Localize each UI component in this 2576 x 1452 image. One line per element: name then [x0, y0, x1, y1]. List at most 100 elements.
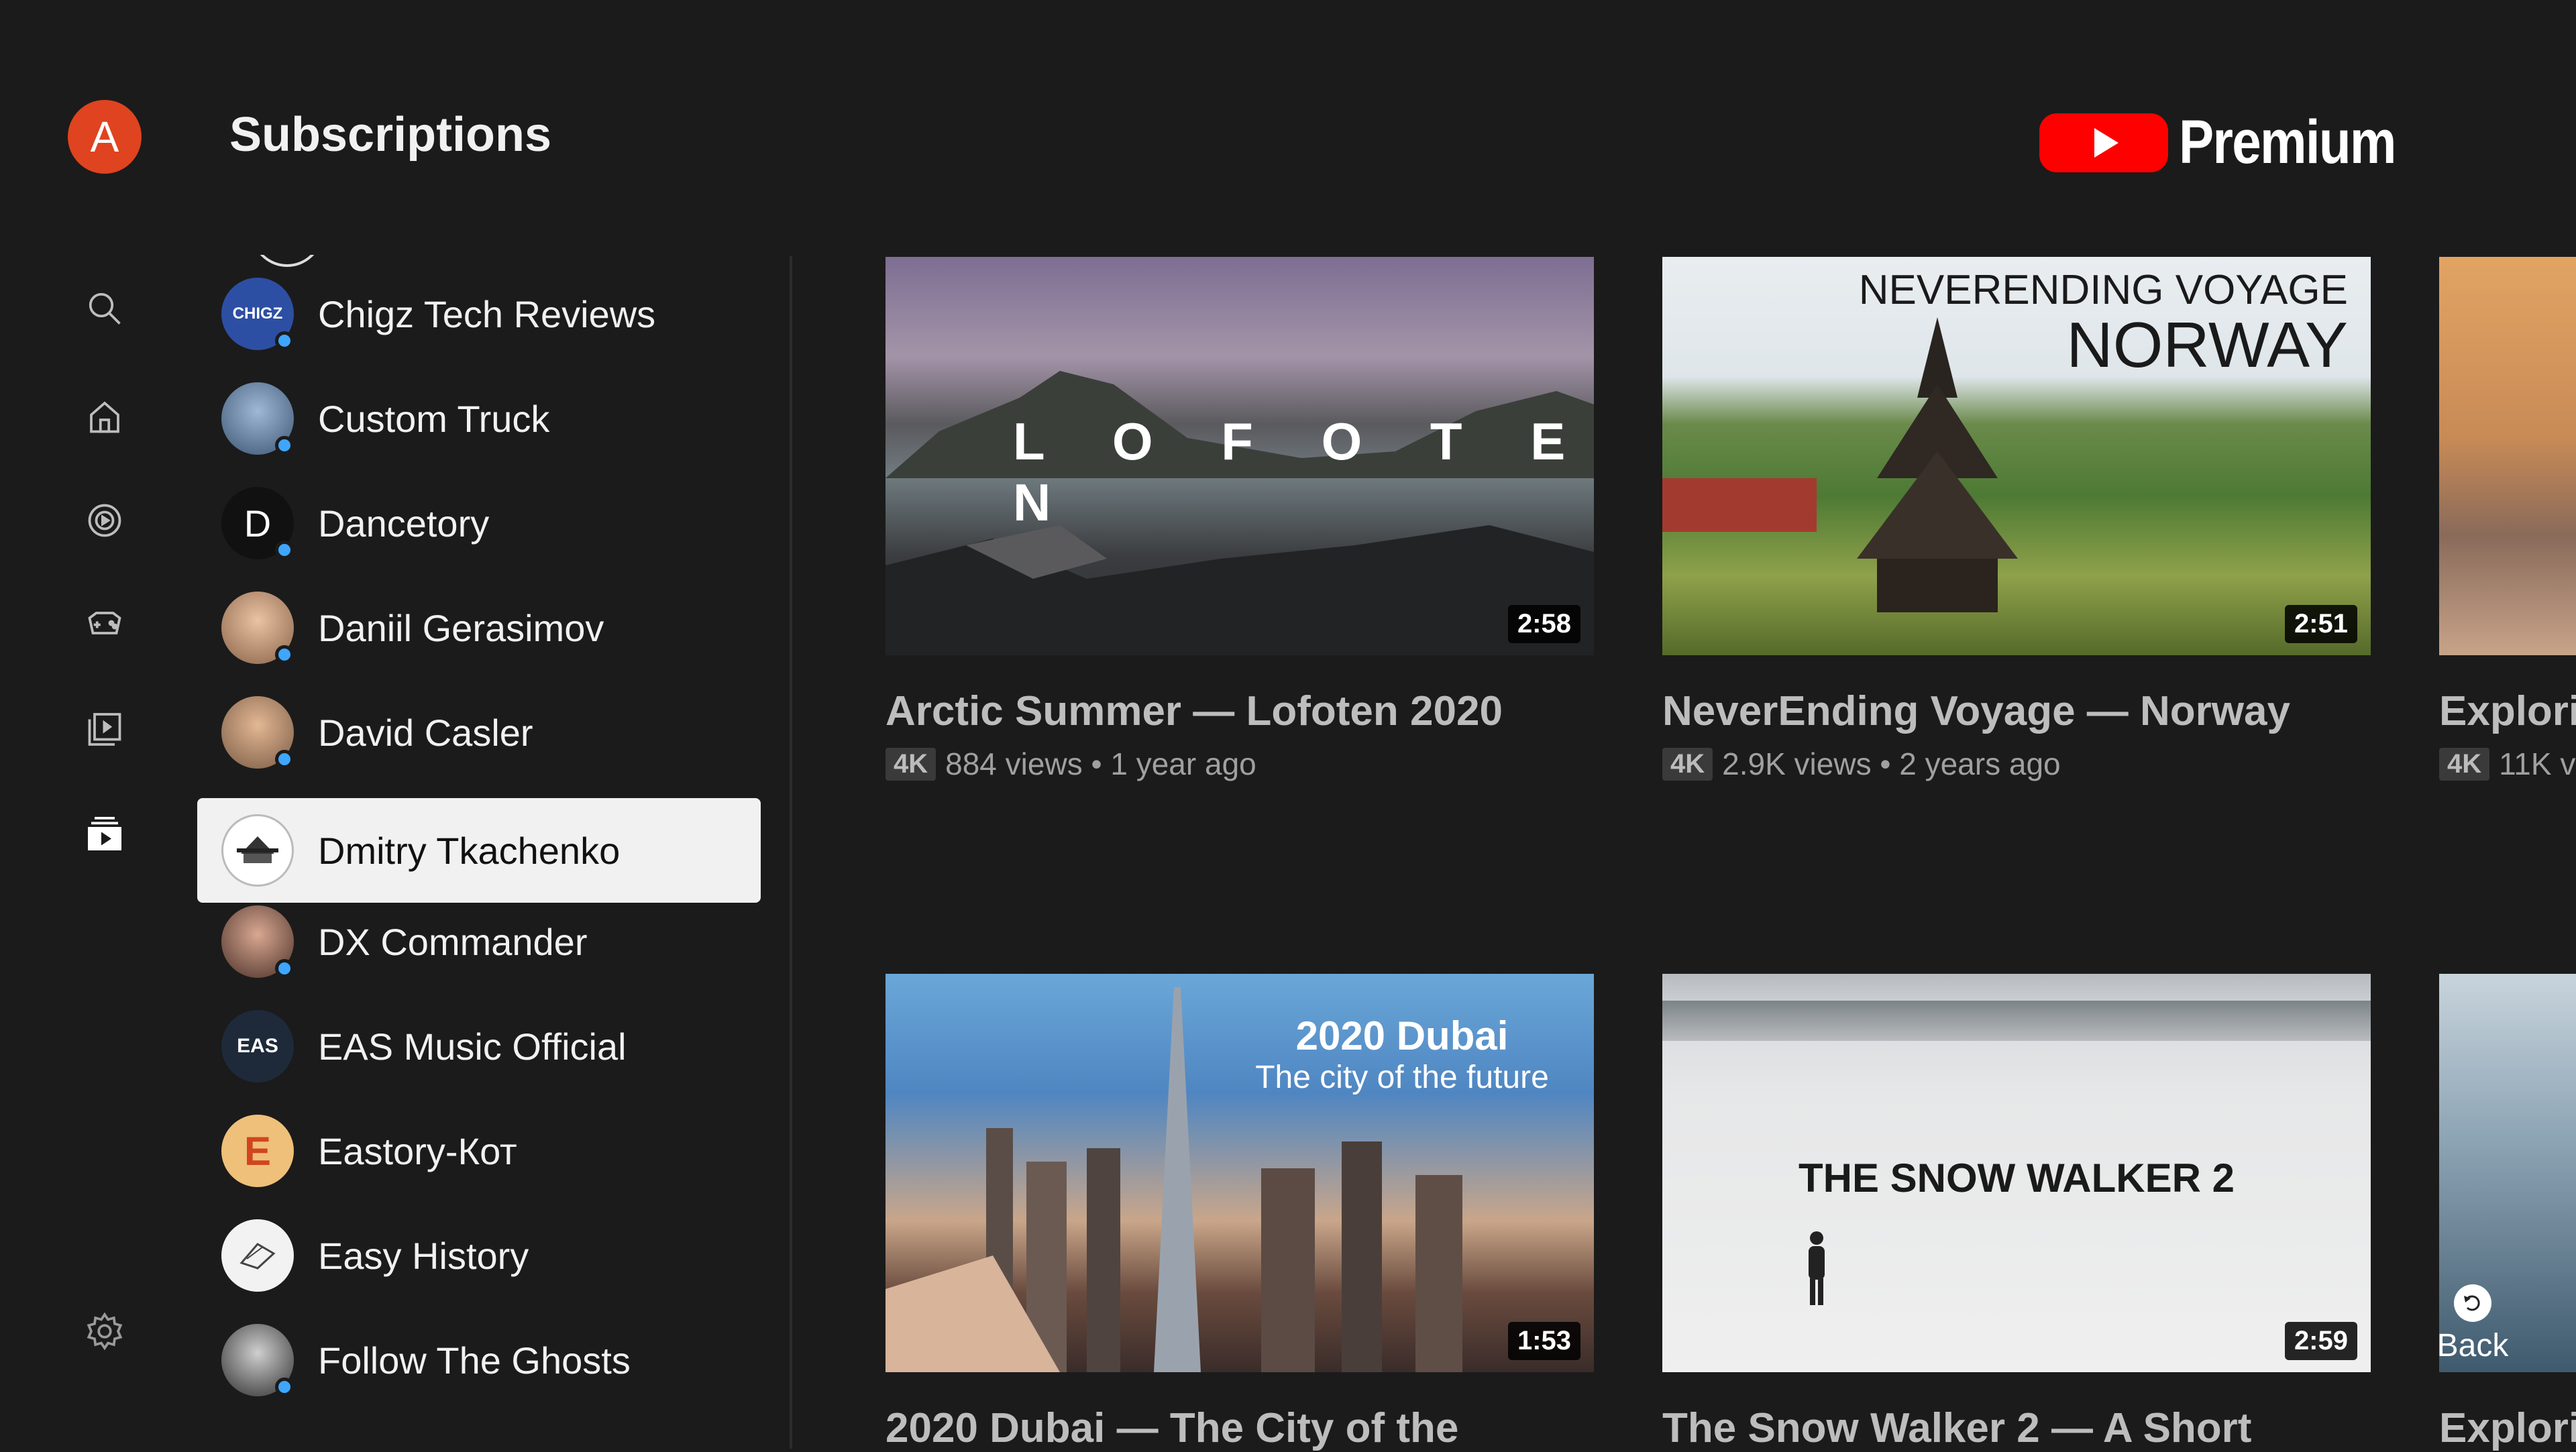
thumbnail-overlay-text: L O F O T E N — [1013, 412, 1593, 532]
quality-badge: 4K — [885, 747, 936, 781]
video-card[interactable]: L O F O T E N 2:58 Arctic Summer — Lofot… — [885, 257, 1594, 782]
youtube-premium-logo: Premium — [2039, 107, 2434, 178]
channel-item-follow-the-ghosts[interactable]: Follow The Ghosts — [197, 1308, 761, 1412]
channel-item-chigz-tech-reviews[interactable]: CHIGZ Chigz Tech Reviews — [197, 262, 761, 366]
channel-avatar — [221, 814, 294, 887]
channel-name: Custom Truck — [318, 397, 550, 440]
thumbnail-overlay-line1: NEVERENDING VOYAGE — [1858, 267, 2348, 313]
channel-name: Follow The Ghosts — [318, 1339, 631, 1382]
channel-avatar: CHIGZ — [221, 278, 294, 350]
channel-item-custom-truck[interactable]: Custom Truck — [197, 366, 761, 471]
video-stats: 11K v — [2499, 746, 2576, 781]
channel-name: Daniil Gerasimov — [318, 606, 604, 649]
channel-avatar — [221, 1324, 294, 1396]
explore-icon[interactable] — [81, 497, 128, 544]
channel-avatar — [221, 382, 294, 455]
video-thumbnail: L O F O T E N 2:58 — [885, 257, 1594, 655]
home-icon[interactable] — [81, 393, 128, 440]
video-card[interactable]: 2020 Dubai The city of the future 1:53 2… — [885, 974, 1594, 1452]
video-card[interactable]: THE SNOW WALKER 2 2:59 The Snow Walker 2… — [1662, 974, 2371, 1452]
quality-badge: 4K — [2439, 747, 2490, 781]
video-meta: 4K 11K v — [2439, 746, 2576, 782]
video-title: The Snow Walker 2 — A Short — [1662, 1405, 2252, 1451]
thumbnail-overlay-line2: The city of the future — [1255, 1060, 1549, 1095]
video-stats: 884 views • 1 year ago — [945, 746, 1256, 781]
channel-item-easy-history[interactable]: Easy History — [197, 1203, 761, 1308]
book-icon — [239, 1243, 276, 1270]
video-thumbnail: 2020 Dubai The city of the future 1:53 — [885, 974, 1594, 1372]
tree-line — [1662, 1001, 2371, 1041]
video-meta: 4K 884 views • 1 year ago — [885, 746, 1594, 782]
new-content-dot — [275, 1378, 294, 1396]
channel-avatar — [221, 592, 294, 664]
channel-name: DX Commander — [318, 920, 588, 963]
video-title: Arctic Summer — Lofoten 2020 — [885, 688, 1503, 734]
channel-avatar: D — [221, 487, 294, 559]
search-icon[interactable] — [81, 285, 128, 332]
thumbnail-overlay-text: THE SNOW WALKER 2 — [1798, 1156, 2235, 1200]
new-content-dot — [275, 645, 294, 664]
video-title: NeverEnding Voyage — Norway — [1662, 688, 2290, 734]
settings-icon[interactable] — [81, 1308, 128, 1355]
quality-badge: 4K — [1662, 747, 1713, 781]
channel-name: Chigz Tech Reviews — [318, 292, 656, 335]
video-card[interactable]: Explori 4K 11K v — [2439, 257, 2576, 782]
new-content-dot — [275, 331, 294, 350]
gaming-icon[interactable] — [81, 600, 128, 647]
walker-figure — [1809, 1231, 1825, 1305]
red-house — [1662, 478, 1817, 532]
video-thumbnail — [2439, 257, 2576, 655]
channel-item-eas-music-official[interactable]: EAS EAS Music Official — [197, 994, 761, 1099]
thumbnail-overlay-line1: 2020 Dubai — [1295, 1013, 1509, 1058]
new-content-dot — [275, 750, 294, 769]
thumbnail-overlay-text: NEVERENDING VOYAGE NORWAY — [1859, 266, 2348, 382]
video-title: Explori — [2439, 688, 2576, 734]
video-thumbnail: NEVERENDING VOYAGE NORWAY 2:51 — [1662, 257, 2371, 655]
channel-item-dx-commander[interactable]: DX Commander — [197, 889, 761, 994]
video-duration: 2:59 — [2284, 1322, 2357, 1360]
channel-avatar — [221, 905, 294, 978]
video-thumbnail: THE SNOW WALKER 2 2:59 — [1662, 974, 2371, 1372]
channel-list[interactable]: CHIGZ Chigz Tech Reviews Custom Truck D … — [197, 255, 761, 1449]
page-title: Subscriptions — [229, 108, 552, 162]
channel-name: David Casler — [318, 711, 533, 754]
channel-item-dmitry-tkachenko[interactable]: Dmitry Tkachenko — [197, 798, 761, 903]
video-card[interactable]: NEVERENDING VOYAGE NORWAY 2:51 NeverEndi… — [1662, 257, 2371, 782]
video-duration: 2:51 — [2284, 605, 2357, 643]
channel-item-dancetory[interactable]: D Dancetory — [197, 471, 761, 575]
channel-avatar — [221, 1219, 294, 1292]
logo-premium-text: Premium — [2179, 108, 2396, 176]
video-title: 2020 Dubai — The City of the — [885, 1405, 1459, 1451]
channel-item-david-casler[interactable]: David Casler — [197, 680, 761, 785]
video-duration: 1:53 — [1507, 1322, 1580, 1360]
channel-item-daniil-gerasimov[interactable]: Daniil Gerasimov — [197, 575, 761, 680]
video-stats: 2.9K views • 2 years ago — [1722, 746, 2061, 781]
video-card[interactable]: Explori — [2439, 974, 2576, 1452]
back-label: Back — [2436, 1328, 2509, 1363]
account-avatar[interactable]: A — [68, 100, 142, 174]
thumbnail-overlay-line2: NORWAY — [2066, 309, 2348, 381]
sidebar-divider — [790, 256, 792, 1449]
channel-name: Eastory-Кот — [318, 1129, 517, 1172]
subscriptions-icon[interactable] — [81, 810, 128, 857]
library-icon[interactable] — [81, 704, 128, 751]
youtube-play-icon — [2039, 113, 2169, 172]
new-content-dot — [275, 436, 294, 455]
new-content-dot — [275, 959, 294, 978]
channel-avatar: EAS — [221, 1010, 294, 1082]
thumbnail-overlay-text: 2020 Dubai The city of the future — [1234, 1013, 1570, 1096]
channel-name: Easy History — [318, 1234, 529, 1277]
channel-name: Dancetory — [318, 502, 490, 545]
church-emblem-icon — [237, 836, 278, 863]
video-meta: 4K 2.9K views • 2 years ago — [1662, 746, 2371, 782]
channel-avatar: E — [221, 1115, 294, 1187]
channel-avatar — [221, 696, 294, 769]
channel-item-eastory-kot[interactable]: E Eastory-Кот — [197, 1099, 761, 1203]
video-duration: 2:58 — [1507, 605, 1580, 643]
channel-name: Dmitry Tkachenko — [318, 829, 621, 872]
back-hint[interactable]: Back — [2432, 1284, 2513, 1364]
new-content-dot — [275, 541, 294, 559]
back-icon — [2454, 1284, 2491, 1322]
channel-name: EAS Music Official — [318, 1025, 627, 1068]
video-title: Explori — [2439, 1405, 2576, 1451]
